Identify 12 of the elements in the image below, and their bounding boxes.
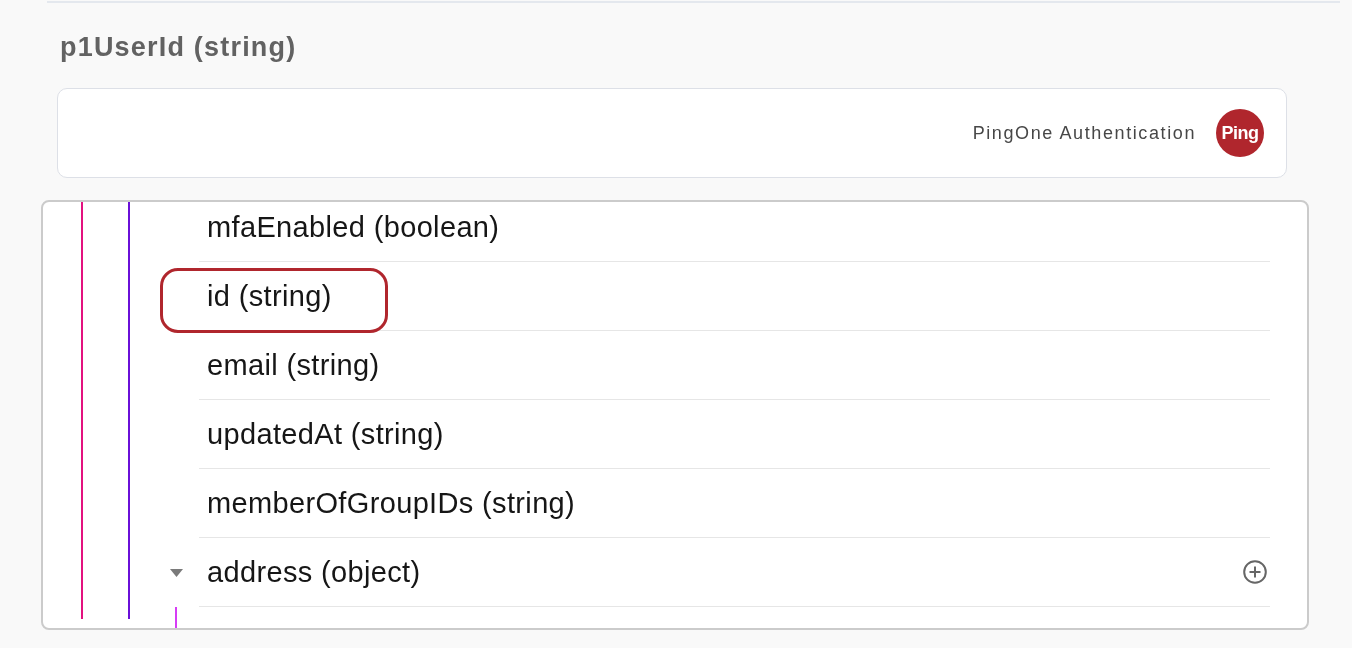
tree-item[interactable]: mfaEnabled (boolean)	[207, 210, 500, 244]
logo-badge: Ping	[1216, 109, 1264, 157]
add-icon[interactable]	[1243, 560, 1267, 584]
field-title: p1UserId (string)	[60, 32, 297, 62]
tree-item[interactable]: address (object)	[207, 555, 421, 589]
tree-item[interactable]: email (string)	[207, 348, 380, 382]
tree-item[interactable]: id (string)	[207, 279, 332, 313]
tree-item[interactable]: memberOfGroupIDs (string)	[207, 486, 576, 520]
source-label: PingOne Authentication	[972, 122, 1196, 144]
caret-icon[interactable]	[170, 568, 183, 577]
mapping-field[interactable]: PingOne Authentication Ping	[57, 88, 1287, 178]
tree-item[interactable]: updatedAt (string)	[207, 417, 444, 451]
